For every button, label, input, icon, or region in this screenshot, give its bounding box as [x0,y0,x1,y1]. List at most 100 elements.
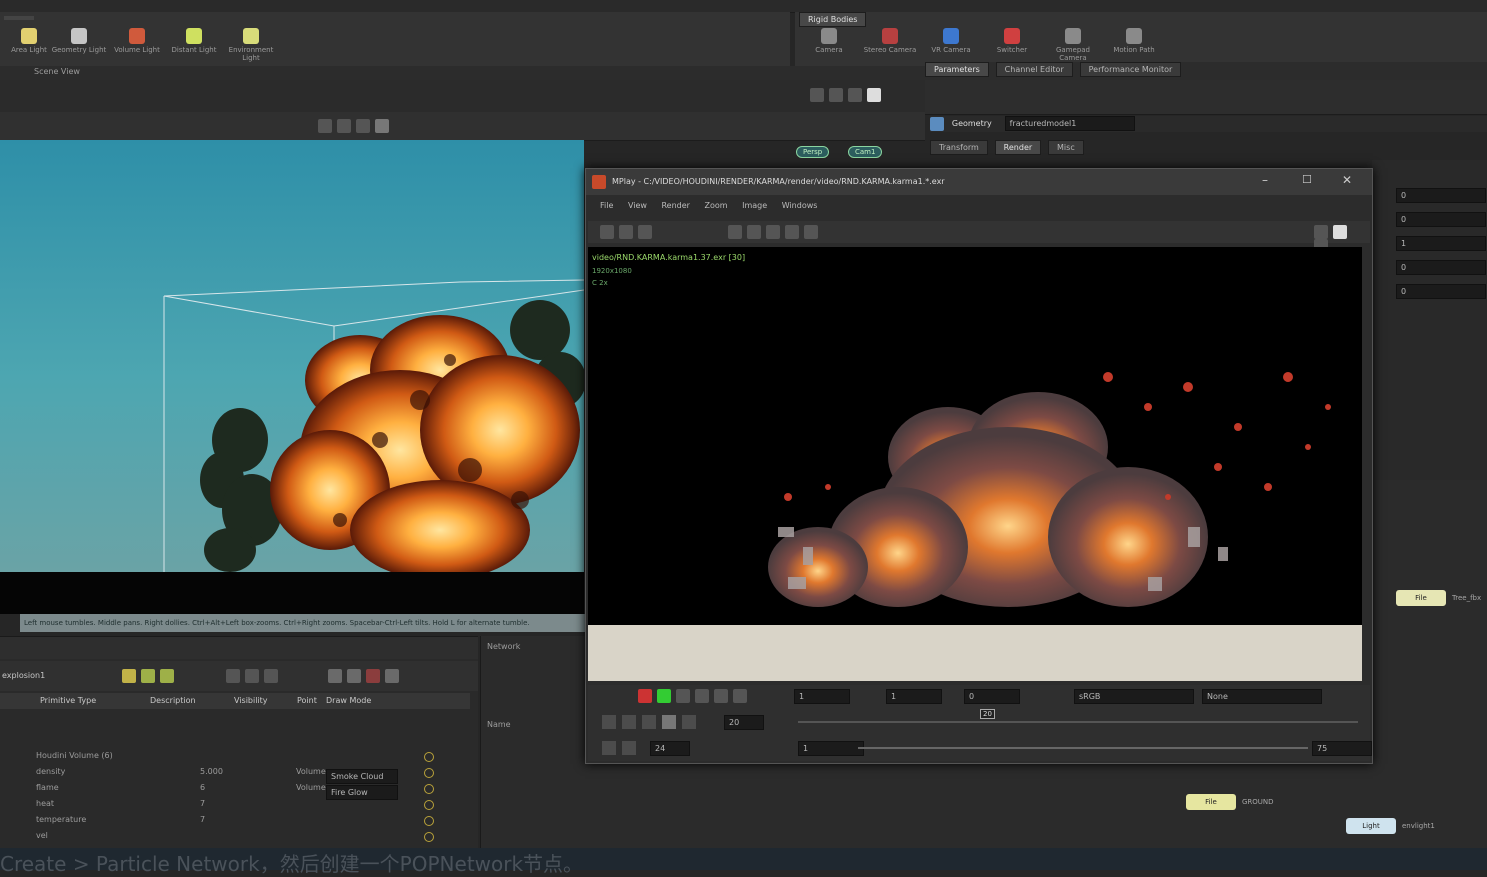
table-row[interactable]: density [36,767,65,776]
menu-file[interactable]: File [600,201,613,210]
spreadsheet-tools[interactable] [122,669,179,683]
spreadsheet-node-name[interactable]: explosion1 [2,671,45,680]
maximize-icon[interactable]: ☐ [1302,173,1312,186]
tab-camera-shelf[interactable]: Rigid Bodies [799,12,867,27]
network-node[interactable]: File [1396,590,1446,606]
shelf-tool-4[interactable]: Environment Light [222,28,280,62]
offset-field[interactable]: 0 [964,689,1020,704]
param-list: 0 0 1 0 0 [1372,160,1487,480]
handle-tools[interactable] [318,119,394,133]
tab-parameters[interactable]: Parameters [925,62,989,77]
shelf-tool-2[interactable]: Volume Light [108,28,166,54]
col-primitive-type[interactable]: Primitive Type [40,696,96,705]
range-slider[interactable] [858,747,1308,749]
transport-buttons[interactable] [602,715,702,729]
tab-channel-editor[interactable]: Channel Editor [995,62,1073,77]
color-buttons[interactable] [638,689,752,703]
spreadsheet-header: Primitive Type Description Visibility Po… [0,693,470,709]
draw-mode-select[interactable]: Smoke Cloud [326,769,398,784]
tab-performance-monitor[interactable]: Performance Monitor [1079,62,1182,77]
range-end-field[interactable]: 75 [1312,741,1372,756]
camera-icon [1065,28,1081,44]
menu-windows[interactable]: Windows [782,201,818,210]
col-visibility[interactable]: Visibility [234,696,268,705]
spreadsheet-toolbar: explosion1 [0,661,478,691]
table-cell-value: 6 [200,783,206,792]
shelf-tool-label: Distant Light [171,46,217,54]
network-editor[interactable] [720,764,1487,854]
shelf-tool-1[interactable]: Geometry Light [50,28,108,54]
light-icon [243,28,259,44]
frame-field[interactable]: 20 [724,715,764,730]
menu-view[interactable]: View [628,201,647,210]
camera-tool-1[interactable]: Stereo Camera [861,28,919,54]
table-cell-extra: Volume [296,767,326,776]
tab-network-small[interactable]: Network [487,642,520,651]
col-point[interactable]: Point [297,696,317,705]
camera-tool-5[interactable]: Motion Path [1105,28,1163,54]
timeline-track[interactable] [798,721,1358,723]
menu-image[interactable]: Image [742,201,767,210]
camera-tool-label: Motion Path [1113,46,1155,54]
persp-pill[interactable]: Persp [796,146,830,158]
camera-tool-0[interactable]: Camera [800,28,858,54]
draw-mode-select[interactable]: Fire Glow [326,785,398,800]
camera-tool-label: Gamepad Camera [1055,46,1090,62]
table-row[interactable]: heat [36,799,54,808]
network-node[interactable]: Light [1346,818,1396,834]
camera-pill[interactable]: Cam1 [848,146,883,158]
range-start-field[interactable]: 1 [798,741,864,756]
visibility-toggle-icon[interactable] [424,816,434,826]
viewport-toolbar [0,80,925,113]
colorspace-field[interactable]: sRGB [1074,689,1194,704]
nav-icons[interactable] [810,88,886,102]
visibility-toggle-icon[interactable] [424,784,434,794]
param-tabs: Transform Render Misc [930,140,1487,156]
lut-field[interactable]: None [1202,689,1322,704]
close-icon[interactable]: ✕ [1342,173,1352,187]
col-description[interactable]: Description [150,696,196,705]
table-row[interactable]: flame [36,783,59,792]
param-field[interactable]: 0 [1396,260,1486,275]
current-frame-marker[interactable]: 20 [980,709,995,719]
visibility-toggle-icon[interactable] [424,752,434,762]
menu-render[interactable]: Render [661,201,689,210]
camera-tool-3[interactable]: Switcher [983,28,1041,54]
fps-field[interactable]: 24 [650,741,690,756]
visibility-toggle-icon[interactable] [424,768,434,778]
tab-scene-view[interactable]: Scene View [34,67,80,76]
col-draw-mode[interactable]: Draw Mode [326,696,371,705]
network-node[interactable]: File [1186,794,1236,810]
mplay-image[interactable]: video/RND.KARMA.karma1.37.exr [30] 1920x… [588,247,1362,625]
exposure-field[interactable]: 1 [886,689,942,704]
table-row[interactable]: vel [36,831,48,840]
viewport-ground [0,572,584,614]
camera-tool-2[interactable]: VR Camera [922,28,980,54]
gamma-field[interactable]: 1 [794,689,850,704]
mplay-tools[interactable] [600,225,657,239]
param-field[interactable]: 0 [1396,212,1486,227]
viewport-3d[interactable] [0,140,584,572]
table-row[interactable]: Houdini Volume (6) [36,751,113,760]
spreadsheet-tools-2[interactable] [226,669,283,683]
loop-buttons[interactable] [602,741,642,755]
tab-transform[interactable]: Transform [930,140,988,155]
node-name-field[interactable]: fracturedmodel1 [1004,116,1135,131]
camera-tool-label: Switcher [996,46,1028,54]
shelf-tool-3[interactable]: Distant Light [165,28,223,54]
minimize-icon[interactable]: – [1262,173,1268,187]
visibility-toggle-icon[interactable] [424,800,434,810]
menu-zoom[interactable]: Zoom [705,201,728,210]
param-field[interactable]: 0 [1396,188,1486,203]
mplay-tools-2[interactable] [728,225,823,239]
tab-render[interactable]: Render [994,140,1042,155]
attribute-class-buttons[interactable] [328,669,404,683]
param-field[interactable]: 1 [1396,236,1486,251]
camera-tool-4[interactable]: Gamepad Camera [1044,28,1102,62]
param-field[interactable]: 0 [1396,284,1486,299]
network-editor-right[interactable] [1372,480,1487,770]
tab-misc[interactable]: Misc [1048,140,1084,155]
visibility-toggle-icon[interactable] [424,832,434,842]
table-row[interactable]: temperature [36,815,86,824]
camera-icon [1126,28,1142,44]
